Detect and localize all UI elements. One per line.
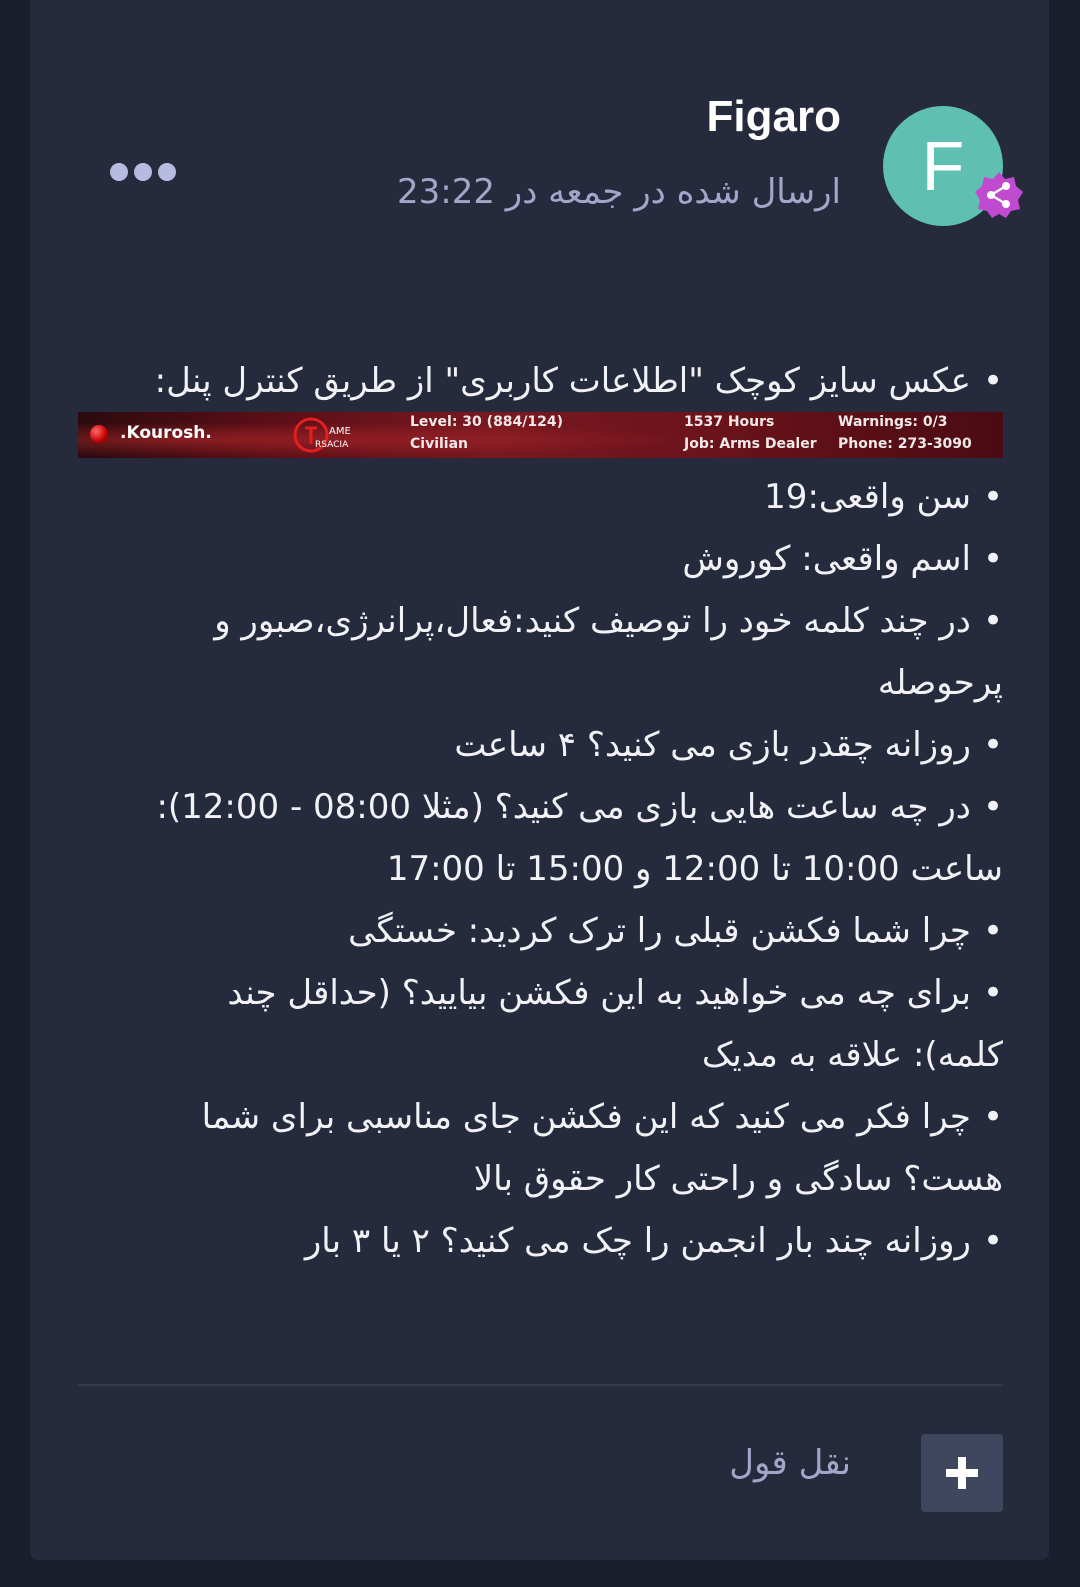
avatar-letter: F [921,127,965,205]
signature-dot-icon [90,425,108,443]
logo-text-top: AME [329,426,351,437]
footer-divider [78,1384,1003,1386]
post-line: •برای چه می خواهید به این فکشن بیایید؟ (… [227,973,1003,1013]
more-dots-icon [134,163,152,181]
add-quote-button[interactable] [921,1434,1003,1512]
signature-job: Job: Arms Dealer [684,436,817,452]
more-dots-icon [158,163,176,181]
signature-rank: Civilian [410,436,469,452]
bullet: • [982,539,1003,579]
bullet: • [982,973,1003,1013]
signature-hours: 1537 Hours [684,414,775,430]
bullet: • [982,1221,1003,1261]
game-logo-icon: AME RSACIA [293,417,351,453]
post-card: F Figaro ارسال شده در جمعه در 23:22 •عکس… [30,0,1049,1560]
post-line: •اسم واقعی: کوروش [682,539,1003,579]
more-options-button[interactable] [110,160,178,184]
user-signature-image: .Kourosh. AME RSACIA Level: 30 (884/124)… [78,412,1003,458]
signature-phone: Phone: 273-3090 [838,436,972,452]
bullet: • [982,601,1003,641]
bullet: • [982,787,1003,827]
signature-username: .Kourosh. [120,423,212,443]
post-body: •عکس سایز کوچک "اطلاعات کاربری" از طریق … [78,350,1003,1272]
post-line: •چرا شما فکشن قبلی را ترک کردید: خستگی [348,911,1003,951]
post-timestamp[interactable]: ارسال شده در جمعه در 23:22 [397,172,841,212]
post-line: •چرا فکر می کنید که این فکشن جای مناسبی … [201,1097,1003,1137]
post-line: •سن واقعی:19 [764,477,1003,517]
post-line-continuation: کلمه): علاقه به مدیک [701,1035,1003,1075]
quote-button[interactable]: نقل قول [729,1443,851,1483]
signature-level: Level: 30 (884/124) [410,414,564,430]
bullet: • [982,1097,1003,1137]
post-line: •در چند کلمه خود را توصیف کنید:فعال،پران… [214,601,1003,641]
post-line-continuation: هست؟ سادگی و راحتی کار حقوق بالا [473,1159,1003,1199]
post-line-continuation: پرحوصله [877,663,1003,703]
bullet: • [982,477,1003,517]
signature-warnings: Warnings: 0/3 [838,414,948,430]
post-line: •در چه ساعت هایی بازی می کنید؟ (مثلا 08:… [156,787,1003,827]
share-icon [975,172,1023,218]
post-line: •روزانه چقدر بازی می کنید؟ ۴ ساعت [454,725,1003,765]
post-line: •روزانه چند بار انجمن را چک می کنید؟ ۲ ی… [304,1221,1003,1261]
author-name[interactable]: Figaro [707,92,841,142]
bullet: • [982,725,1003,765]
plus-icon [946,1457,978,1489]
logo-text-bottom: RSACIA [315,440,349,450]
post-line: •عکس سایز کوچک "اطلاعات کاربری" از طریق … [154,361,1003,401]
bullet: • [982,911,1003,951]
more-dots-icon [110,163,128,181]
post-line-continuation: ساعت 10:00 تا 12:00 و 15:00 تا 17:00 [386,849,1003,889]
bullet: • [982,361,1003,401]
